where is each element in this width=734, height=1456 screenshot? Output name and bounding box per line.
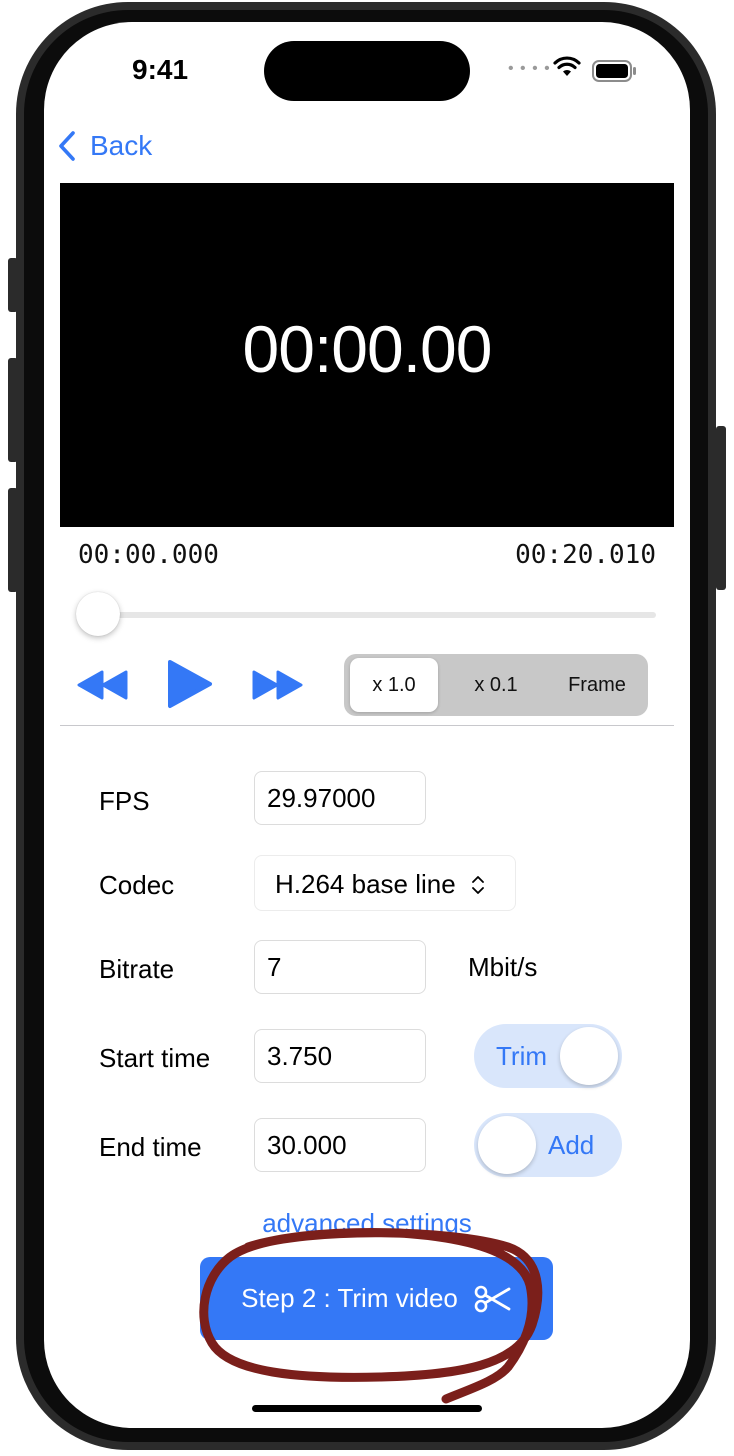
segment-speed-0-1x[interactable]: x 0.1 [448,658,544,712]
scrubber-track[interactable] [78,612,656,618]
codec-value: H.264 base line [275,869,456,899]
volume-up-button [8,358,18,462]
trim-toggle-knob [560,1027,618,1085]
dynamic-island [264,41,470,101]
scrubber-thumb[interactable] [76,592,120,636]
codec-label: Codec [99,870,175,900]
add-toggle-label: Add [548,1130,595,1160]
back-label: Back [90,130,153,161]
volume-down-button [8,488,18,592]
video-preview[interactable]: 00:00.00 [60,183,674,527]
back-button[interactable]: Back [58,130,152,162]
annotation-circle [199,1228,543,1404]
segment-frame[interactable]: Frame [548,658,646,712]
current-time-label: 00:00.000 [78,540,219,570]
play-icon[interactable] [166,658,214,710]
wifi-icon [553,56,581,76]
total-time-label: 00:20.010 [515,540,656,570]
power-button [716,426,726,590]
home-indicator [252,1405,482,1412]
trim-toggle[interactable]: Trim [474,1024,622,1088]
bitrate-unit: Mbit/s [468,952,538,982]
start-time-label: Start time [99,1043,211,1073]
end-time-field[interactable]: 30.000 [254,1118,426,1172]
trim-toggle-label: Trim [496,1041,548,1071]
start-time-field[interactable]: 3.750 [254,1029,426,1083]
chevron-left-icon [59,131,75,161]
speed-segmented-control: x 1.0 x 0.1 Frame [344,654,648,716]
segment-speed-1x[interactable]: x 1.0 [350,658,438,712]
cellular-signal-icon: • • • • [508,60,551,77]
battery-icon [592,60,636,82]
fps-field[interactable]: 29.97000 [254,771,426,825]
video-timer-text: 00:00.00 [242,312,493,386]
bitrate-field[interactable]: 7 [254,940,426,994]
codec-picker[interactable]: H.264 base line [254,855,516,911]
fps-label: FPS [99,786,150,816]
status-time: 9:41 [132,54,189,85]
action-button [8,258,18,312]
up-down-chevron-icon [472,876,484,894]
bitrate-label: Bitrate [99,954,175,984]
add-toggle-knob [478,1116,536,1174]
add-toggle[interactable]: Add [474,1113,622,1177]
fast-forward-icon[interactable] [252,670,304,700]
end-time-label: End time [99,1132,202,1162]
rewind-icon[interactable] [76,670,128,700]
divider [60,725,674,726]
